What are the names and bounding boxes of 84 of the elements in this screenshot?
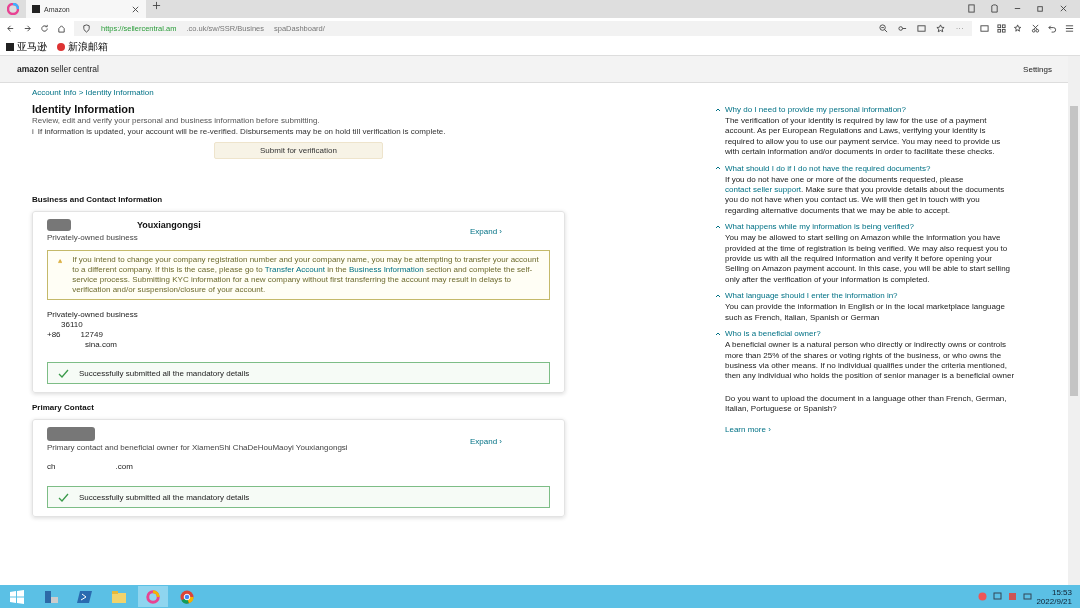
- expand-link[interactable]: Expand ›: [469, 437, 502, 446]
- breadcrumb[interactable]: Account Info > Identity Information: [32, 88, 154, 97]
- faq-question[interactable]: What happens while my information is being verified?: [725, 222, 914, 232]
- section-heading: Business and Contact Information: [32, 195, 164, 204]
- chevron-icon[interactable]: [715, 292, 721, 299]
- clock[interactable]: 15:53 2022/9/21: [1036, 587, 1078, 606]
- shirt-icon[interactable]: [990, 4, 999, 13]
- keyboard-icon[interactable]: [1023, 592, 1033, 601]
- apps-icon[interactable]: [997, 23, 1006, 33]
- back-icon[interactable]: [6, 23, 15, 33]
- windows-start-icon[interactable]: [10, 589, 24, 604]
- faq-answer: A beneficial owner is a natural person who directly or indirectly owns or controls more than 25% of the shares or voting rights of the business, or who owns the business via other means. If no individual qualifies under the criteria mentioned, then any individual who holds the position of senior manager is a beneficial owner: [724, 340, 1015, 382]
- detail-text: 36110: [60, 320, 84, 330]
- success-text: Successfully submitted all the mandatory details: [79, 368, 250, 378]
- chevron-icon[interactable]: [715, 223, 721, 230]
- chevron-icon[interactable]: [715, 165, 721, 172]
- shield-icon: [82, 23, 91, 33]
- detail-text: +86: [47, 330, 61, 340]
- tray-icon[interactable]: [1008, 592, 1018, 601]
- star-icon[interactable]: [936, 23, 945, 33]
- home-icon[interactable]: [57, 23, 66, 33]
- text-link[interactable]: Transfer Account: [264, 265, 325, 274]
- zoom-out-icon[interactable]: [879, 23, 888, 33]
- settings-link[interactable]: Settings: [1023, 64, 1052, 74]
- faq-question[interactable]: What language should I enter the information in?: [725, 291, 898, 301]
- close-icon[interactable]: [1059, 4, 1068, 13]
- faq-answer: The verification of your identity is required by law for the use of a payment account. As per European Regulations and Laws, verifying your identity is required to allow you to use our payment service. You may need to provide us with certain information and/or documents in order to facilitate these checks.: [724, 116, 1002, 158]
- submit-for-verification-button[interactable]: Submit for verification: [214, 142, 383, 159]
- faq-answer: If you do not have one or more of the documents requested, please contact seller support. Make sure that you provide details about the documents you do not have when you contact us. We will then get in touch with you regarding alternative documents that we may be able to accept.: [724, 174, 1006, 217]
- detail-text: sina.com: [84, 340, 118, 350]
- server-manager-icon[interactable]: [43, 588, 59, 605]
- browser-logo-icon[interactable]: [146, 589, 160, 604]
- page-subtitle: Review, edit and verify your personal and business information before submitting.: [32, 116, 321, 125]
- section-heading: Primary Contact: [32, 403, 95, 412]
- bookmark-item[interactable]: 新浪邮箱: [68, 39, 108, 54]
- check-icon: [58, 368, 69, 378]
- notice-text: If information is updated, your account will be re-verified. Disbursements may be on hold till verification is complete.: [37, 127, 446, 136]
- powershell-icon[interactable]: [77, 589, 93, 604]
- detail-text: Privately-owned business: [47, 310, 139, 320]
- chevron-icon[interactable]: [715, 330, 721, 337]
- new-tab-icon[interactable]: [152, 1, 161, 10]
- restore-icon[interactable]: [1036, 4, 1045, 13]
- faq-question[interactable]: Who is a beneficial owner?: [725, 329, 821, 339]
- menu-icon[interactable]: [1065, 23, 1074, 33]
- bookmark-favicon-icon: [57, 42, 65, 51]
- expand-link[interactable]: Expand ›: [469, 227, 502, 236]
- scissors-icon[interactable]: [1031, 23, 1040, 33]
- info-icon: i: [32, 127, 34, 136]
- faq-note: Do you want to upload the document in a language other than French, German, Italian, Portuguese or Spanish?: [724, 393, 1008, 415]
- chrome-icon[interactable]: [180, 589, 194, 604]
- detail-text: .com: [115, 462, 133, 472]
- faq-answer: You may be allowed to start selling on Amazon while the information you have provided at the time of registration is being verified. We may also request you to provide us with all the required information and verify it before opening your Selling on Amazon payment account. In this case, you will be able to start selling only after the verification of your information is completed.: [724, 233, 1012, 286]
- network-icon[interactable]: [993, 592, 1003, 601]
- reload-icon[interactable]: [40, 23, 49, 33]
- check-icon: [58, 492, 69, 502]
- warning-text: If you intend to change your company registration number and your company name, you may be attempting to transfer your account to a different company. If this is the case, please go to Transfer Account in the Business Information section and complete the self-service process. Submitting KYC information for a new company without first transferring the account may result in delays to verification and/or suspension/closure of your account.: [72, 255, 539, 295]
- business-name: Youxiangongsi: [136, 220, 201, 230]
- bookmark-favicon-icon: [6, 42, 14, 51]
- redaction-mark: [47, 427, 95, 441]
- close-icon[interactable]: [131, 4, 140, 14]
- faq-question[interactable]: Why do I need to provide my personal information?: [725, 105, 906, 114]
- key-icon[interactable]: [898, 23, 907, 33]
- scrollbar[interactable]: [1068, 56, 1080, 585]
- page-title: Identity Information: [32, 103, 136, 115]
- amazon-favicon-icon: [32, 5, 40, 13]
- success-text: Successfully submitted all the mandatory details: [79, 492, 250, 502]
- learn-more-link[interactable]: Learn more ›: [725, 424, 771, 434]
- favorites-icon[interactable]: [1014, 23, 1023, 33]
- detail-text: 12749: [80, 330, 103, 340]
- card-subtitle: Privately-owned business: [47, 233, 139, 242]
- browser-logo-icon[interactable]: [7, 3, 19, 15]
- text-link[interactable]: Business Information: [348, 265, 424, 274]
- forward-icon[interactable]: [23, 23, 32, 33]
- faq-answer: You can provide the information in English or in the local marketplace language such as French, Italian, Spanish or German: [724, 302, 1006, 324]
- sidebar-icon[interactable]: [980, 23, 989, 33]
- bookmark-item[interactable]: 亚马逊: [17, 39, 47, 54]
- undo-icon[interactable]: [1048, 23, 1057, 33]
- faq-question[interactable]: What should I do if I do not have the required documents?: [725, 163, 931, 173]
- chevron-icon[interactable]: [715, 106, 721, 113]
- amazon-seller-central-logo[interactable]: amazon seller central: [17, 64, 99, 74]
- redaction-mark: [47, 219, 71, 231]
- tab-count-icon[interactable]: [967, 4, 976, 13]
- card-subtitle: Primary contact and beneficial owner for XiamenShi ChaDeHouMaoyi Youxiangongsi: [47, 443, 348, 452]
- detail-text: ch: [47, 462, 56, 472]
